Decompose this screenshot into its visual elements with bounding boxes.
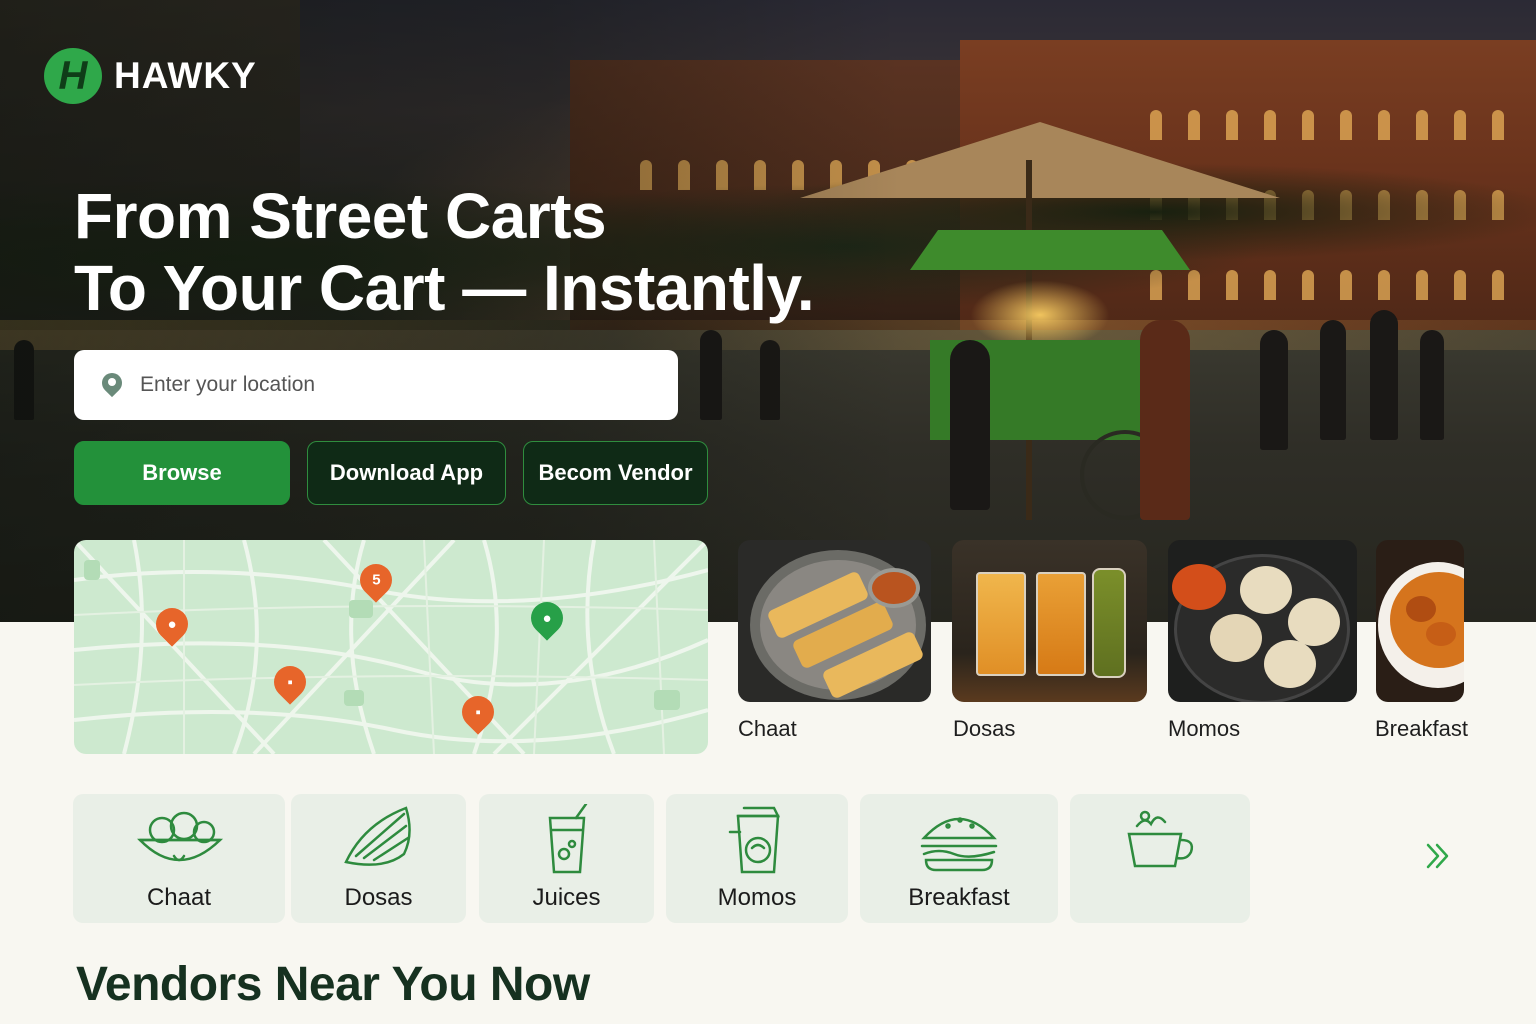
chaat-bowl-icon xyxy=(137,811,224,862)
marker-label: 5 xyxy=(371,571,381,589)
featured-card-dosas[interactable] xyxy=(952,540,1147,702)
chevron-double-right-icon[interactable] xyxy=(1420,838,1456,874)
featured-label: Dosas xyxy=(953,716,1016,741)
pedestrian xyxy=(1260,330,1288,450)
logo-icon: H xyxy=(44,48,102,104)
featured-label: Momos xyxy=(1168,716,1241,741)
browse-button[interactable]: Browse xyxy=(74,441,290,505)
pedestrian xyxy=(1320,320,1346,440)
map-streets xyxy=(74,540,708,754)
category-label: Juices xyxy=(532,884,601,911)
juice-glass-icon xyxy=(548,804,587,874)
map-pin-icon xyxy=(102,373,122,397)
category-label: Breakfast xyxy=(908,884,1010,911)
burger-icon xyxy=(920,817,998,872)
category-dosas[interactable]: Dosas xyxy=(291,794,466,923)
dosa-icon xyxy=(343,806,411,866)
featured-label: Breakfast xyxy=(1375,716,1468,741)
featured-label: Chaat xyxy=(738,716,797,741)
tea-cup-icon xyxy=(1127,810,1194,868)
customer-person xyxy=(1140,320,1190,520)
location-input[interactable] xyxy=(140,373,640,397)
vendor-person xyxy=(950,340,990,510)
featured-card-momos[interactable] xyxy=(1168,540,1357,702)
category-label: Chaat xyxy=(146,884,212,911)
category-chaat[interactable]: Chaat xyxy=(73,794,285,923)
pedestrian xyxy=(1370,310,1398,440)
momo-icon xyxy=(728,806,781,874)
vendor-map[interactable]: ● 5 ● ▪ ▪ xyxy=(74,540,708,754)
section-title: Vendors Near You Now xyxy=(76,958,590,1011)
category-momos[interactable]: Momos xyxy=(666,794,848,923)
category-label: Momos xyxy=(717,884,797,911)
featured-card-chaat[interactable] xyxy=(738,540,931,702)
headline-line-2: To Your Cart — Instantly. xyxy=(74,252,815,324)
logo-letter: H xyxy=(58,53,88,98)
hero-headline: From Street Carts To Your Cart — Instant… xyxy=(74,180,815,324)
location-search[interactable] xyxy=(74,350,678,420)
featured-card-breakfast[interactable] xyxy=(1376,540,1464,702)
headline-line-1: From Street Carts xyxy=(74,180,607,252)
category-juices[interactable]: Juices xyxy=(479,794,654,923)
category-label: Dosas xyxy=(344,884,413,911)
logo[interactable]: H HAWKY xyxy=(44,48,257,104)
category-tea[interactable] xyxy=(1070,794,1250,923)
download-app-button[interactable]: Download App xyxy=(307,441,506,505)
category-breakfast[interactable]: Breakfast xyxy=(860,794,1058,923)
pedestrian xyxy=(1420,330,1444,440)
become-vendor-button[interactable]: Becom Vendor xyxy=(523,441,708,505)
brand-name: HAWKY xyxy=(114,55,257,96)
